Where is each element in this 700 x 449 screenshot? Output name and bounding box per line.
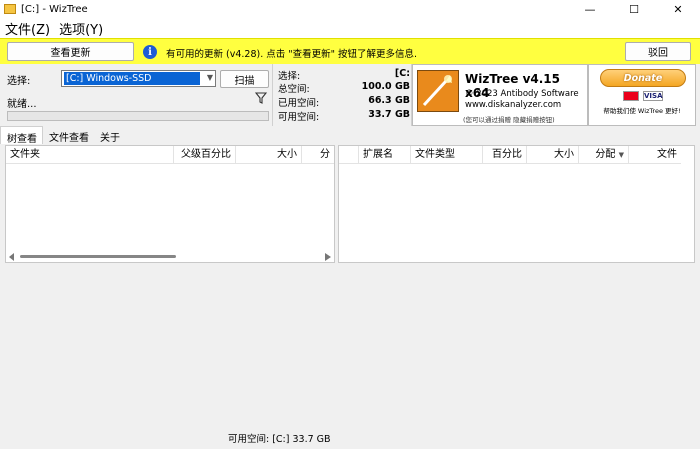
brand-panel: WizTree v4.15 x64 © 2023 Antibody Softwa… (412, 64, 588, 126)
status-bar-free-space: 可用空间: [C:] 33.7 GB (228, 434, 331, 445)
column-file-type[interactable]: 文件类型 (411, 146, 483, 164)
donate-panel: Donate VISA 帮助我们使 WizTree 更好! (588, 64, 696, 126)
tab-about[interactable]: 关于 (94, 126, 125, 144)
column-allocation-label: 分配 (595, 149, 616, 160)
sort-desc-icon: ▼ (618, 151, 624, 159)
tab-tree-view[interactable]: 树查看 (0, 126, 43, 145)
title-bar: [C:] - WizTree — ☐ ✕ (0, 0, 700, 18)
stat-used-label: 已用空间: (278, 98, 320, 109)
stat-total-label: 总空间: (278, 84, 310, 95)
stat-total-value: 100.0 GB (361, 81, 410, 92)
scroll-left-icon[interactable] (9, 253, 15, 261)
status-text: 就绪... (7, 99, 37, 110)
visa-icon: VISA (643, 91, 663, 101)
stat-select-value: [C: (394, 68, 410, 79)
update-message: 有可用的更新 (v4.28). 点击 "查看更新" 按钮了解更多信息. (166, 49, 418, 60)
column-folder[interactable]: 文件夹 (6, 146, 174, 164)
brand-note: (您可以通过捐赠 隐藏捐赠按钮) (463, 116, 555, 124)
minimize-button[interactable]: — (568, 0, 612, 18)
column-parent-percent[interactable]: 父级百分比 (174, 146, 236, 164)
scan-panel: 选择: [C:] Windows-SSD ▼ 扫描 就绪... (0, 64, 272, 126)
donate-caption: 帮助我们使 WizTree 更好! (603, 107, 681, 115)
stat-used-value: 66.3 GB (368, 95, 410, 106)
wizard-logo-icon (417, 70, 459, 112)
column-percent[interactable]: 百分比 (483, 146, 527, 164)
view-update-button[interactable]: 查看更新 (7, 42, 134, 61)
column-ext-size[interactable]: 大小 (527, 146, 579, 164)
stat-free: 可用空间: 33.7 GB (278, 109, 410, 123)
menu-bar: 文件(Z) 选项(Y) (0, 18, 700, 38)
folder-tree-panel[interactable]: 文件夹 父级百分比 大小 分 (5, 145, 335, 263)
column-color (339, 146, 359, 164)
column-allocated[interactable]: 分 (302, 146, 334, 164)
update-notification-bar: 查看更新 i 有可用的更新 (v4.28). 点击 "查看更新" 按钮了解更多信… (0, 38, 700, 64)
brand-copyright: © 2023 Antibody Software (465, 89, 579, 99)
extension-column-header: 扩展名 文件类型 百分比 大小 分配 ▼ 文件 (339, 146, 681, 164)
column-size[interactable]: 大小 (236, 146, 302, 164)
info-icon: i (143, 45, 157, 59)
stat-select: 选择: [C: (278, 68, 410, 82)
column-extension[interactable]: 扩展名 (359, 146, 411, 164)
mastercard-icon (623, 91, 639, 101)
tab-file-view[interactable]: 文件查看 (43, 126, 94, 144)
window-title: [C:] - WizTree (21, 3, 88, 15)
stat-total: 总空间: 100.0 GB (278, 81, 410, 95)
tree-column-header: 文件夹 父级百分比 大小 分 (6, 146, 334, 164)
menu-file[interactable]: 文件(Z) (0, 19, 54, 38)
tree-horizontal-scrollbar[interactable] (6, 252, 334, 262)
scan-progress-bar (7, 111, 269, 121)
stat-free-label: 可用空间: (278, 112, 320, 123)
chevron-down-icon: ▼ (206, 73, 213, 82)
drive-select[interactable]: [C:] Windows-SSD ▼ (61, 70, 216, 87)
view-tabs: 树查看 文件查看 关于 (0, 126, 125, 145)
stat-free-value: 33.7 GB (368, 109, 410, 120)
donate-button[interactable]: Donate (600, 69, 686, 87)
stat-used: 已用空间: 66.3 GB (278, 95, 410, 109)
filter-icon[interactable] (255, 92, 267, 104)
app-icon (4, 4, 16, 14)
scan-button[interactable]: 扫描 (220, 70, 269, 88)
scroll-right-icon[interactable] (325, 253, 331, 261)
select-label: 选择: (7, 76, 31, 87)
close-button[interactable]: ✕ (656, 0, 700, 18)
dismiss-button[interactable]: 驳回 (625, 42, 691, 61)
maximize-button[interactable]: ☐ (612, 0, 656, 18)
menu-options[interactable]: 选项(Y) (54, 19, 107, 38)
column-allocation[interactable]: 分配 ▼ (579, 146, 629, 164)
drive-select-value: [C:] Windows-SSD (64, 72, 200, 85)
extension-panel[interactable]: 扩展名 文件类型 百分比 大小 分配 ▼ 文件 (338, 145, 695, 263)
tree-scroll-thumb[interactable] (20, 255, 176, 258)
drive-stats: 选择: [C: 总空间: 100.0 GB 已用空间: 66.3 GB 可用空间… (272, 64, 412, 126)
brand-website[interactable]: www.diskanalyzer.com (465, 100, 561, 110)
column-files[interactable]: 文件 (629, 146, 681, 164)
